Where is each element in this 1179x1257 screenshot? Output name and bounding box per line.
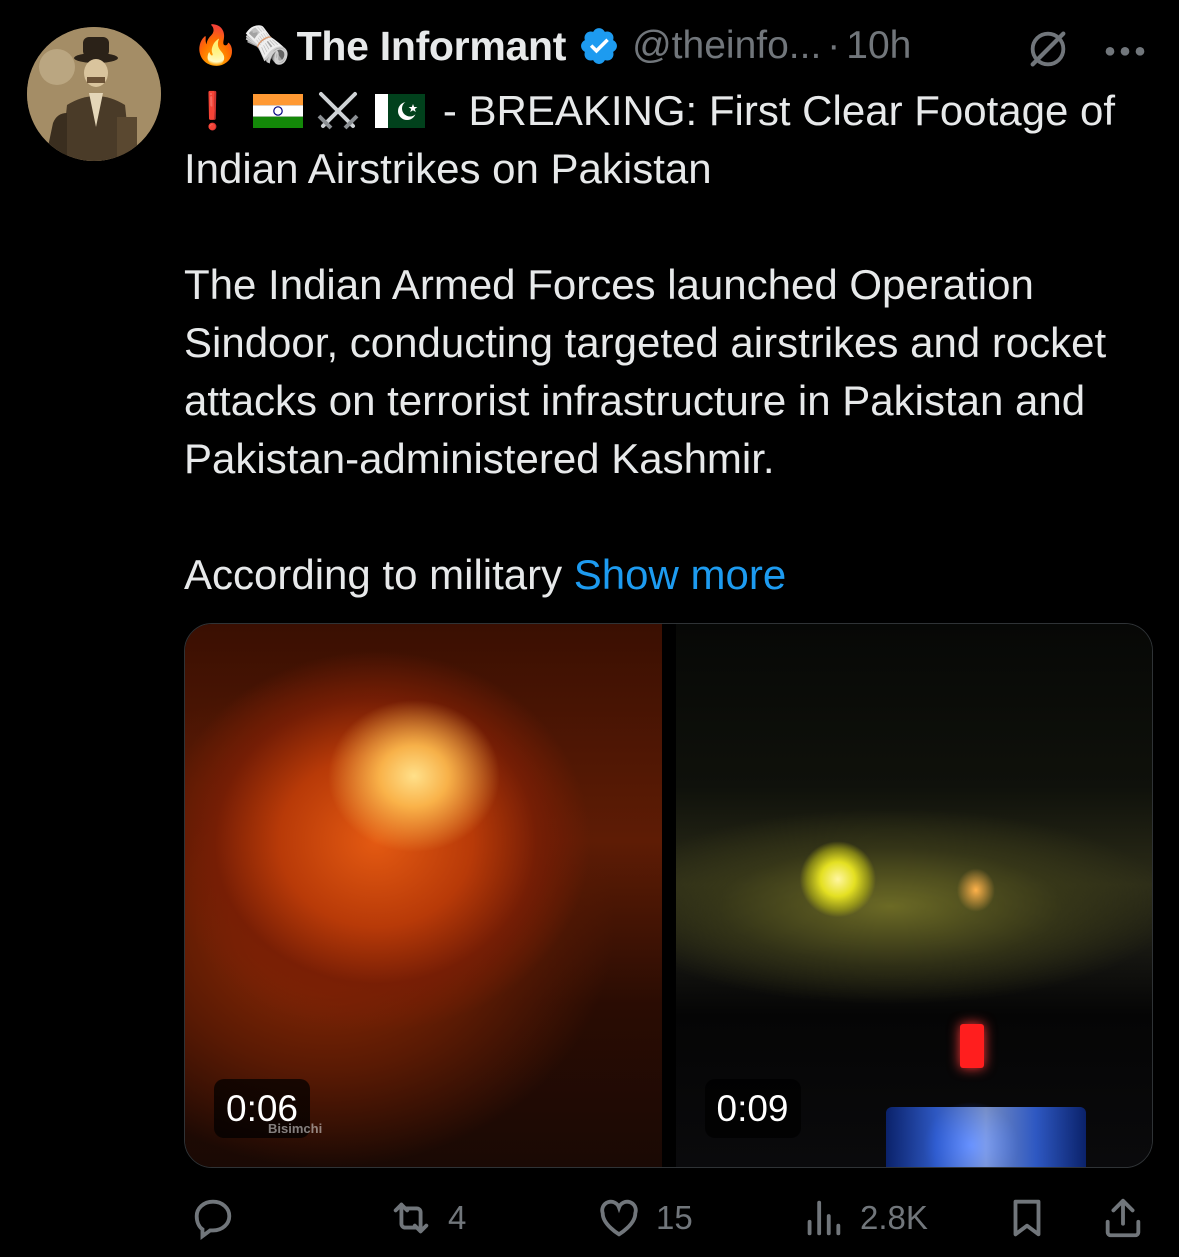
bookmark-icon <box>1013 1199 1041 1237</box>
verified-badge-icon <box>581 28 618 64</box>
headline-line: ❗ - BREAKING: First Clear Footage of <box>184 82 1159 140</box>
dashboard-display <box>885 1107 1086 1167</box>
reply-button[interactable] <box>190 1190 250 1246</box>
crossed-swords-icon <box>317 92 359 130</box>
media-grid: 0:06 Bisimchi 0:09 <box>184 623 1153 1168</box>
bookmark-button[interactable] <box>1004 1190 1050 1246</box>
retweet-count: 4 <box>448 1199 467 1236</box>
grok-icon[interactable] <box>1025 26 1071 72</box>
headline-text: - BREAKING: First Clear Footage of <box>442 87 1116 134</box>
retweet-icon <box>393 1202 429 1234</box>
separator-dot: · <box>827 24 841 67</box>
paragraph-1: The Indian Armed Forces launched Operati… <box>184 261 1107 482</box>
views-icon <box>807 1200 841 1236</box>
fire-emoji: 🔥 <box>192 25 240 67</box>
tweet[interactable]: 🔥 🗞️ The Informant @theinfo... · 10h ❗ -… <box>0 0 1179 1257</box>
avatar[interactable] <box>27 27 161 161</box>
reply-icon <box>194 1199 232 1241</box>
views-button[interactable]: 2.8K <box>800 1190 928 1246</box>
tweet-text: ❗ - BREAKING: First Clear Footage of Ind… <box>184 82 1159 604</box>
retweet-button[interactable]: 4 <box>388 1190 466 1246</box>
newspaper-emoji: 🗞️ <box>243 25 291 67</box>
paragraph-2-text: According to military <box>184 551 563 598</box>
show-more-link[interactable]: Show more <box>574 551 786 598</box>
tweet-header: 🔥 🗞️ The Informant @theinfo... · 10h <box>192 20 911 72</box>
share-button[interactable] <box>1100 1190 1146 1246</box>
dashboard-light <box>959 1024 984 1068</box>
timestamp[interactable]: 10h <box>846 24 911 68</box>
like-count: 15 <box>656 1199 693 1236</box>
video-duration-badge: 0:09 <box>704 1079 801 1138</box>
paragraph-2: According to military Show more <box>184 546 1159 604</box>
pakistan-flag-icon <box>374 94 425 128</box>
like-icon <box>600 1199 638 1237</box>
exclamation-emoji: ❗ <box>190 90 235 131</box>
views-count: 2.8K <box>860 1199 928 1236</box>
author-name[interactable]: The Informant <box>297 23 567 70</box>
action-bar: 4 15 2.8K <box>0 1190 1179 1246</box>
video-watermark: Bisimchi <box>268 1121 323 1136</box>
india-flag-icon <box>252 94 303 128</box>
video-2[interactable]: 0:09 <box>675 624 1152 1167</box>
more-options-icon[interactable] <box>1100 28 1150 68</box>
share-icon <box>1105 1198 1141 1238</box>
author-handle[interactable]: @theinfo... <box>632 24 821 68</box>
headline-continuation: Indian Airstrikes on Pakistan <box>184 145 712 192</box>
video-1[interactable]: 0:06 Bisimchi <box>185 624 662 1167</box>
like-button[interactable]: 15 <box>596 1190 693 1246</box>
